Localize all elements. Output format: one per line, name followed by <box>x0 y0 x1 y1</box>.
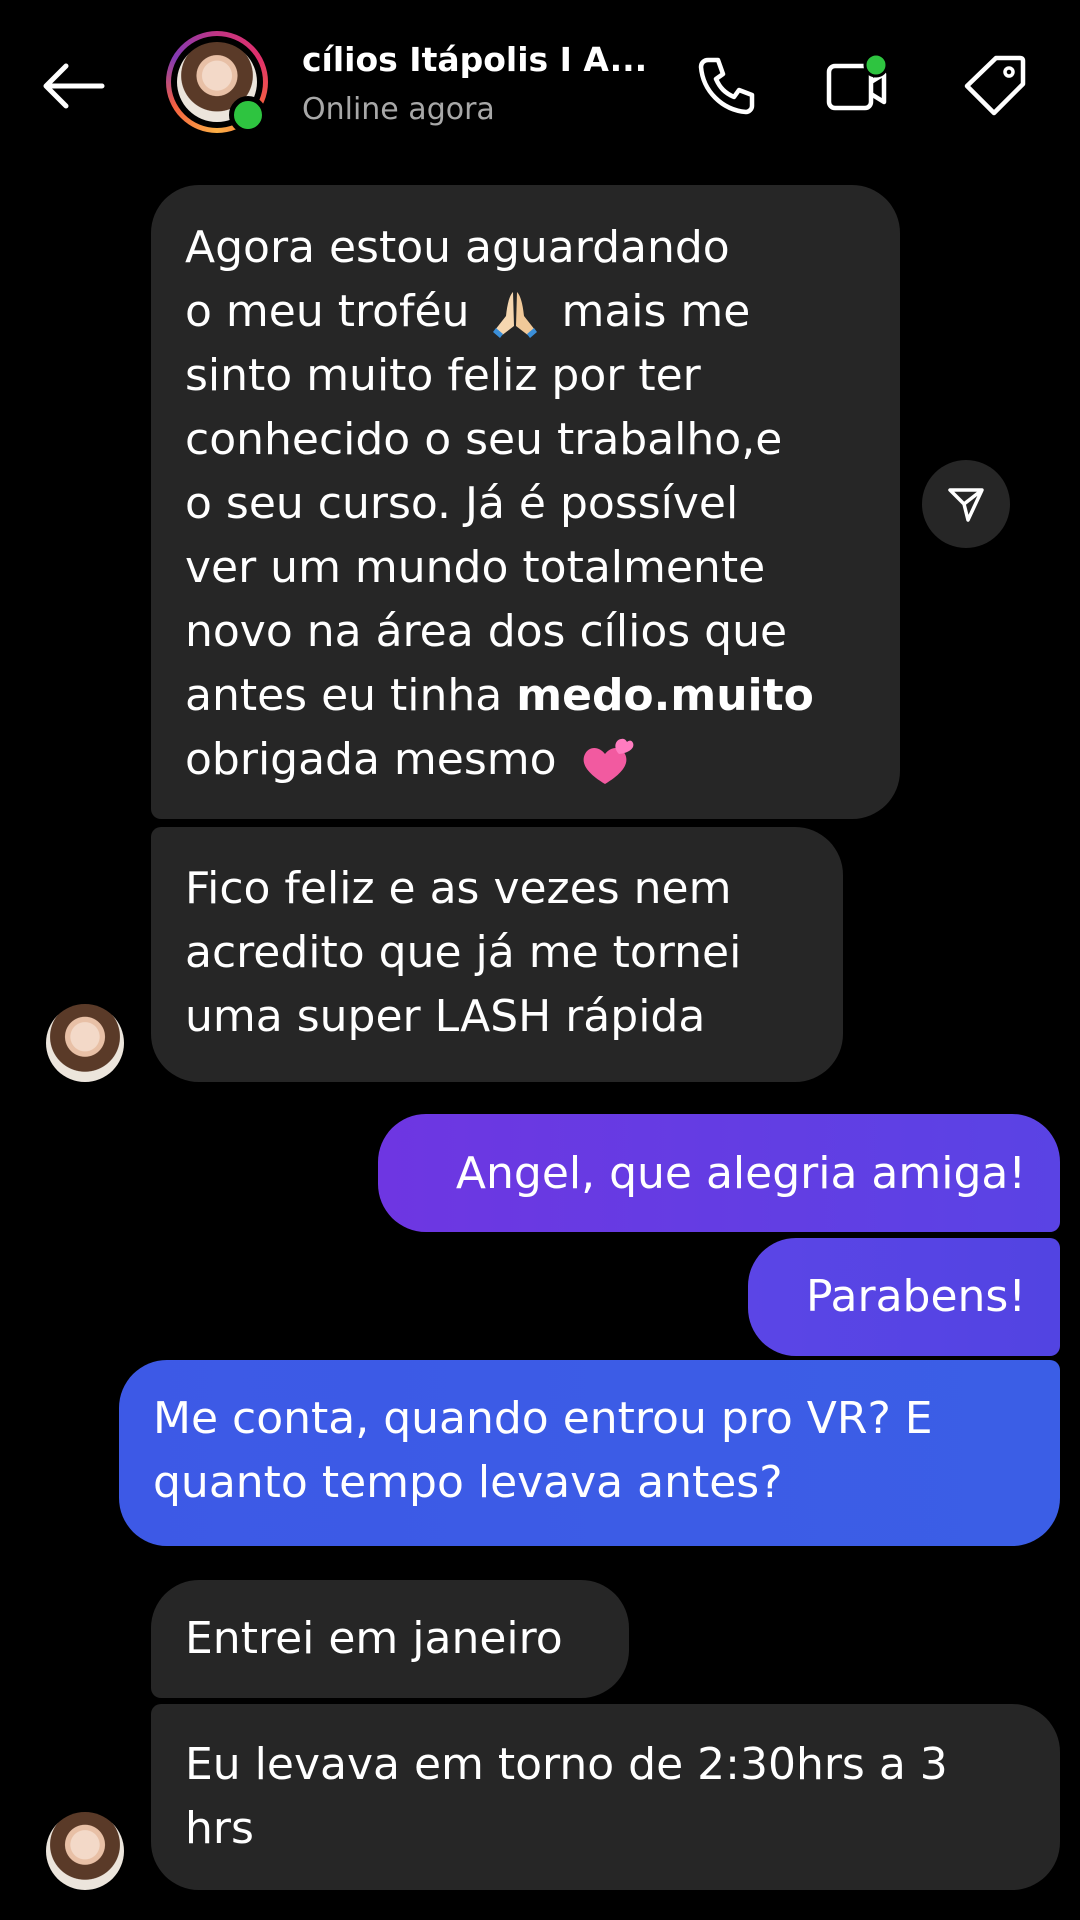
message-line: Agora estou aguardando <box>185 222 730 273</box>
chat-screen: cílios Itápolis I A... Online agora Agor… <box>0 0 1080 1920</box>
contact-status: Online agora <box>302 92 495 127</box>
send-icon <box>948 488 984 522</box>
message-line: conhecido o seu trabalho,e <box>185 414 783 465</box>
outgoing-message[interactable]: Me conta, quando entrou pro VR? E quanto… <box>119 1360 1060 1546</box>
online-indicator <box>229 96 267 134</box>
message-line: mais me <box>561 286 751 337</box>
incoming-message[interactable]: Eu levava em torno de 2:30hrs a 3 hrs <box>151 1704 1060 1890</box>
share-button[interactable] <box>922 460 1010 548</box>
sender-avatar[interactable] <box>46 1004 124 1082</box>
message-line: sinto muito feliz por ter <box>185 350 701 401</box>
message-line: obrigada mesmo <box>185 734 557 785</box>
sender-avatar[interactable] <box>46 1812 124 1890</box>
back-button[interactable] <box>40 62 106 110</box>
phone-icon <box>698 57 755 115</box>
incoming-message[interactable]: Agora estou aguardando o meu troféu mais… <box>151 185 900 819</box>
outgoing-message[interactable]: Angel, que alegria amiga! <box>378 1114 1060 1232</box>
arrow-left-icon <box>43 63 105 109</box>
tag-button[interactable] <box>962 52 1028 118</box>
video-call-button[interactable] <box>824 52 890 118</box>
praying-hands-emoji <box>493 292 538 338</box>
message-line: o seu curso. Já é possível <box>185 478 739 529</box>
message-line: ver um mundo totalmente <box>185 542 766 593</box>
message-bold-text: medo.muito <box>516 670 814 721</box>
outgoing-message[interactable]: Parabens! <box>748 1238 1060 1356</box>
call-button[interactable] <box>694 52 760 118</box>
message-line: antes eu tinha <box>185 670 503 721</box>
incoming-message[interactable]: Entrei em janeiro <box>151 1580 629 1698</box>
incoming-message[interactable]: Fico feliz e as vezes nem acredito que j… <box>151 827 843 1082</box>
video-camera-icon <box>826 52 889 111</box>
two-hearts-emoji <box>583 738 633 784</box>
contact-name[interactable]: cílios Itápolis I A... <box>302 40 647 79</box>
tag-icon <box>964 55 1026 116</box>
chat-header: cílios Itápolis I A... Online agora <box>0 0 1080 170</box>
message-line: o meu troféu <box>185 286 470 337</box>
message-line: novo na área dos cílios que <box>185 606 788 657</box>
